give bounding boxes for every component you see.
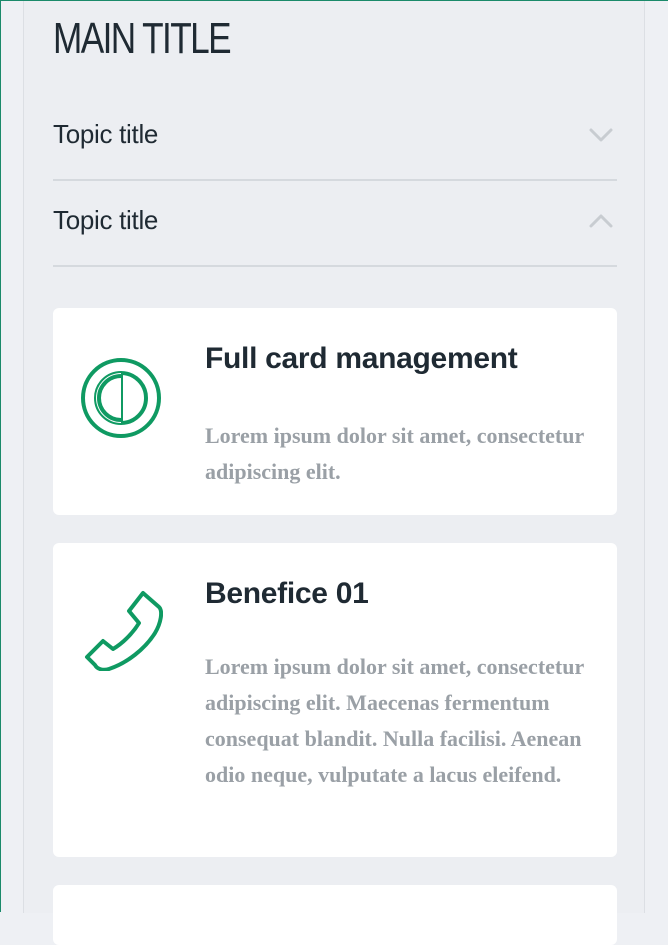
topic-item-1[interactable]: Topic title xyxy=(53,97,617,181)
benefit-card xyxy=(53,885,617,945)
topic-item-2[interactable]: Topic title xyxy=(53,183,617,267)
chevron-up-icon xyxy=(589,214,613,228)
topic-title: Topic title xyxy=(53,205,159,235)
benefit-card: Benefice 01 Lorem ipsum dolor sit amet, … xyxy=(53,543,617,857)
main-title: MAIN TITLE xyxy=(53,14,232,63)
accordion-panel: MAIN TITLE Topic title Topic title Full … xyxy=(23,1,645,945)
topic-title: Topic title xyxy=(53,119,159,149)
half-circle-icon xyxy=(81,358,161,438)
card-title: Full card management xyxy=(205,342,518,375)
phone-icon xyxy=(85,591,163,671)
page-frame: MAIN TITLE Topic title Topic title Full … xyxy=(0,0,668,945)
card-title: Benefice 01 xyxy=(205,577,369,610)
chevron-down-icon xyxy=(589,128,613,142)
card-description: Lorem ipsum dolor sit amet, consectetur … xyxy=(205,423,584,484)
card-description: Lorem ipsum dolor sit amet, consectetur … xyxy=(205,654,584,787)
benefit-card: Full card management Lorem ipsum dolor s… xyxy=(53,308,617,515)
